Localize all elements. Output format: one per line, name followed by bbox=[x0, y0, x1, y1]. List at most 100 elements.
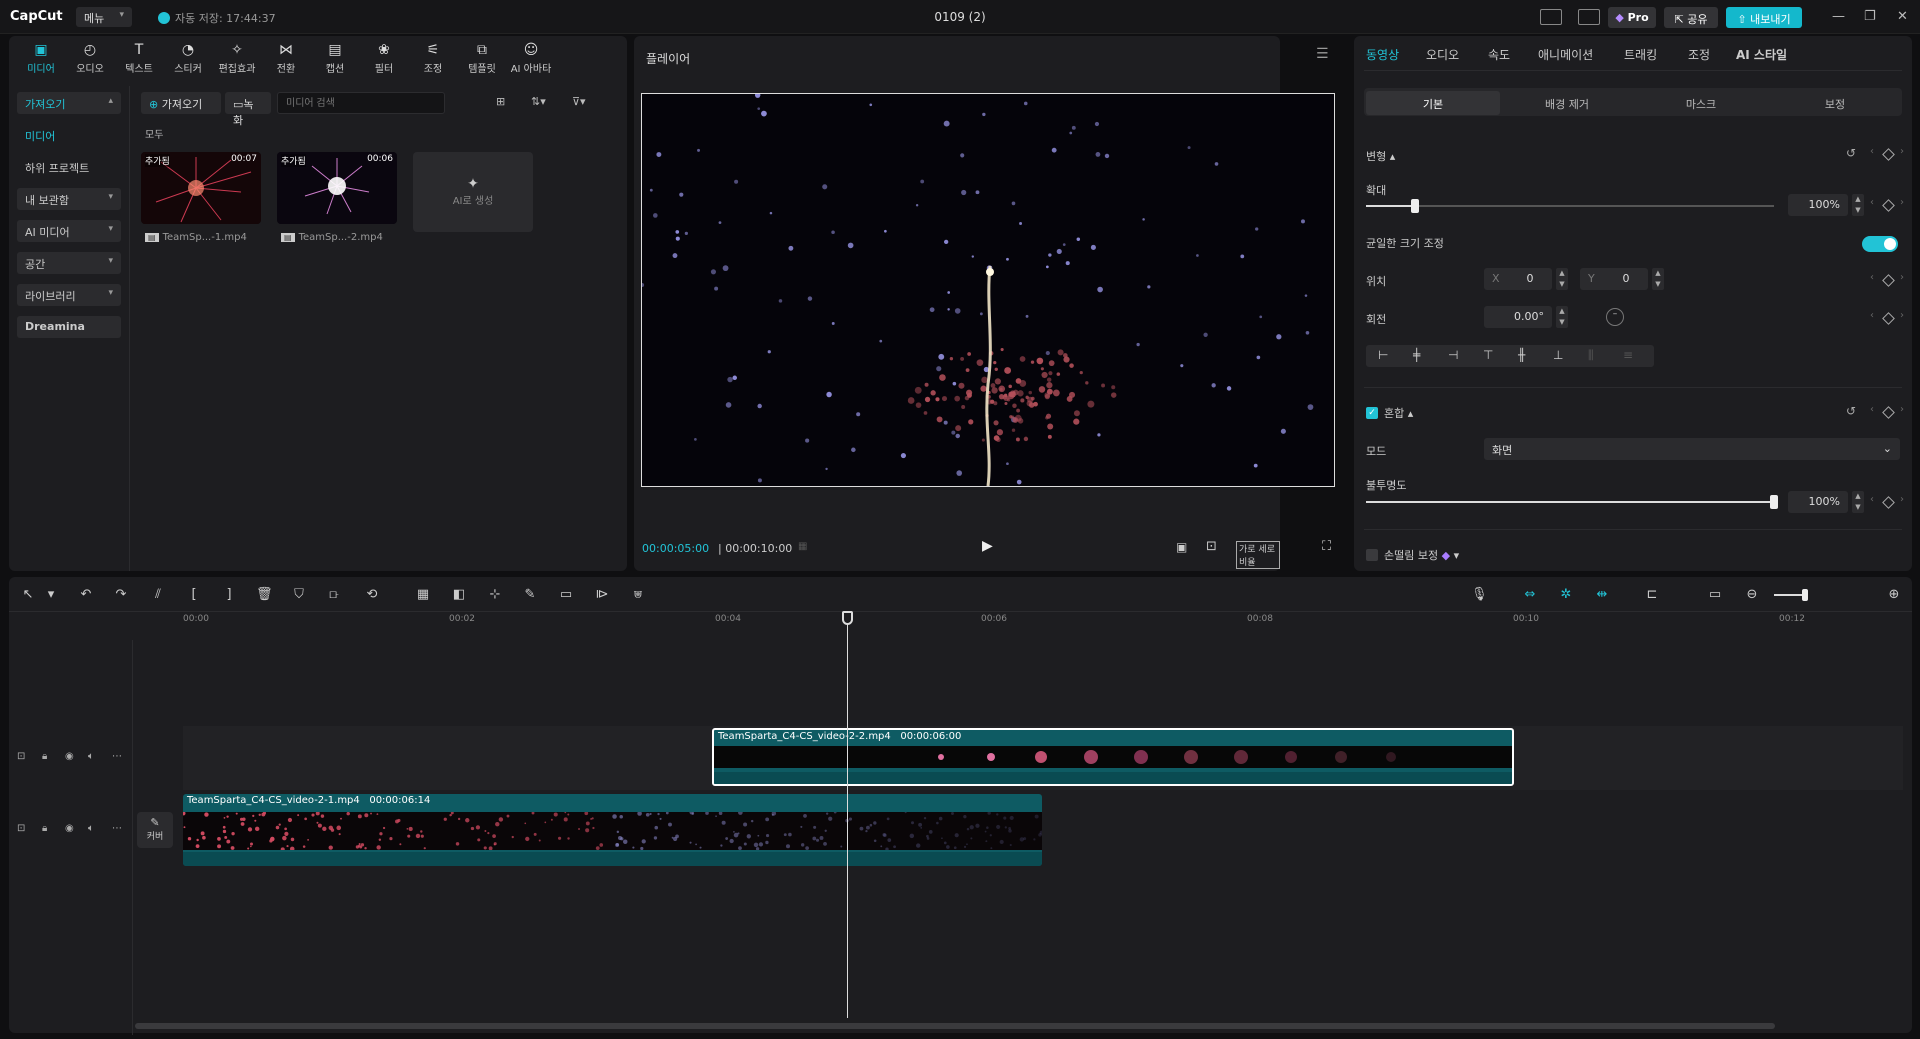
align-right-icon[interactable]: ⊣ bbox=[1448, 348, 1458, 362]
align-center-h-icon[interactable]: ╪ bbox=[1413, 348, 1420, 362]
prev-keyframe-icon[interactable]: ‹ bbox=[1870, 146, 1874, 157]
media-thumbnail[interactable]: 추가됨 00:07 bbox=[141, 152, 261, 224]
next-keyframe-icon[interactable]: › bbox=[1900, 146, 1904, 157]
timeline-clip[interactable]: TeamSparta_C4-CS_video-2-1.mp4 00:00:06:… bbox=[183, 794, 1042, 866]
tool-filter[interactable]: ❀ 필터 bbox=[360, 42, 408, 75]
tab-tracking[interactable]: 트래킹 bbox=[1624, 46, 1657, 63]
tool-media[interactable]: ▣ 미디어 bbox=[17, 42, 65, 75]
align-center-v-icon[interactable]: ╫ bbox=[1518, 348, 1525, 362]
pro-button[interactable]: ◆ Pro bbox=[1608, 7, 1656, 28]
chain-icon[interactable]: ⇹ bbox=[1594, 587, 1610, 603]
reverse-icon[interactable]: ⧐ bbox=[594, 587, 610, 603]
tab-video[interactable]: 동영상 bbox=[1366, 46, 1399, 63]
tab-audio[interactable]: 오디오 bbox=[1426, 46, 1459, 63]
tool-sticker[interactable]: ◔ 스티커 bbox=[164, 42, 212, 75]
reset-icon[interactable]: ↺ bbox=[1846, 146, 1856, 160]
opacity-slider-knob[interactable] bbox=[1770, 495, 1778, 509]
align-left-icon[interactable]: ⊢ bbox=[1378, 348, 1388, 362]
lock-icon[interactable]: 🔒︎ bbox=[42, 823, 47, 834]
sidebar-item-subproject[interactable]: 하위 프로젝트 bbox=[17, 156, 121, 178]
auto-reframe-icon[interactable]: ⊹ bbox=[487, 587, 503, 603]
mic-icon[interactable]: 🎙︎ bbox=[1471, 587, 1488, 603]
zoom-in-icon[interactable]: ⊕ bbox=[1886, 587, 1902, 603]
blend-mode-select[interactable]: 화면 ⌄ bbox=[1484, 438, 1900, 460]
mirror-icon[interactable]: ◧ bbox=[451, 587, 467, 603]
freeze-icon[interactable]: ▦ bbox=[415, 587, 431, 603]
select-dropdown-icon[interactable]: ▾ bbox=[43, 587, 59, 603]
keyframe-icon[interactable] bbox=[1882, 496, 1895, 509]
more-icon[interactable]: ⋯ bbox=[112, 823, 122, 834]
minimize-icon[interactable]: — bbox=[1832, 9, 1845, 24]
scale-stepper[interactable]: ▲ ▼ bbox=[1852, 194, 1864, 216]
track-toggle-icon[interactable]: ⊡ bbox=[17, 823, 25, 834]
next-keyframe-icon[interactable]: › bbox=[1900, 404, 1904, 415]
keyframe-icon[interactable] bbox=[1882, 312, 1895, 325]
blend-checkbox[interactable]: ✓ bbox=[1366, 407, 1378, 419]
sidebar-item-ai-media[interactable]: AI 미디어 ▾ bbox=[17, 220, 121, 242]
shortcut-icon[interactable] bbox=[1578, 9, 1600, 25]
trim-left-icon[interactable]: [ bbox=[186, 587, 202, 603]
scale-value-input[interactable]: 100% bbox=[1788, 194, 1848, 216]
tool-text[interactable]: T 텍스트 bbox=[115, 42, 163, 75]
volume-icon[interactable]: 🔈︎ bbox=[88, 751, 94, 762]
sidebar-item-space[interactable]: 공간 ▾ bbox=[17, 252, 121, 274]
magnet-icon[interactable]: ✲ bbox=[1558, 587, 1574, 603]
marker-icon[interactable]: ⛉ bbox=[291, 587, 307, 603]
caption-track-icon[interactable]: ▭ bbox=[1707, 587, 1723, 603]
zoom-out-icon[interactable]: ⊖ bbox=[1744, 587, 1760, 603]
opacity-stepper[interactable]: ▲ ▼ bbox=[1852, 491, 1864, 513]
next-keyframe-icon[interactable]: › bbox=[1900, 494, 1904, 505]
zoom-frame-icon[interactable]: ⊡ bbox=[1206, 539, 1217, 554]
scale-slider-knob[interactable] bbox=[1410, 199, 1419, 213]
play-icon[interactable]: ▶ bbox=[982, 538, 993, 554]
redo-icon[interactable]: ↷ bbox=[113, 587, 129, 603]
next-keyframe-icon[interactable]: › bbox=[1900, 272, 1904, 283]
volume-icon[interactable]: 🔈︎ bbox=[88, 823, 94, 834]
tool-ai-avatar[interactable]: ☺ AI 아바타 bbox=[507, 42, 555, 75]
split-icon[interactable]: ⫽ bbox=[150, 587, 166, 603]
prev-keyframe-icon[interactable]: ‹ bbox=[1870, 197, 1874, 208]
record-button[interactable]: ▭녹화 bbox=[225, 92, 271, 127]
playhead-handle[interactable] bbox=[842, 611, 853, 625]
sidebar-item-import[interactable]: 가져오기 ▴ bbox=[17, 92, 121, 114]
media-thumbnail[interactable]: 추가됨 00:06 bbox=[277, 152, 397, 224]
ai-generate-button[interactable]: ✦ AI로 생성 bbox=[413, 152, 533, 232]
tool-caption[interactable]: ▤ 캡션 bbox=[311, 42, 359, 75]
distribute-v-icon[interactable]: ≡ bbox=[1623, 348, 1633, 362]
speed-icon[interactable]: ⟲ bbox=[364, 587, 380, 603]
audio-split-icon[interactable]: ⩐ bbox=[630, 587, 646, 603]
prev-keyframe-icon[interactable]: ‹ bbox=[1870, 272, 1874, 283]
tool-audio[interactable]: ◴ 오디오 bbox=[66, 42, 114, 75]
scale-slider-track[interactable] bbox=[1366, 205, 1774, 207]
zoom-slider-knob[interactable] bbox=[1802, 589, 1808, 601]
sidebar-item-dreamina[interactable]: Dreamina bbox=[17, 316, 121, 338]
delete-icon[interactable]: 🗑︎ bbox=[256, 587, 273, 603]
keyframe-icon[interactable] bbox=[1882, 148, 1895, 161]
prev-keyframe-icon[interactable]: ‹ bbox=[1870, 310, 1874, 321]
cover-button[interactable]: ✎ 커버 bbox=[137, 812, 173, 848]
keyframe-icon[interactable] bbox=[1882, 274, 1895, 287]
hd-icon[interactable]: ▭ bbox=[558, 587, 574, 603]
lock-icon[interactable]: 🔒︎ bbox=[42, 751, 47, 762]
keyframe-icon[interactable] bbox=[1882, 199, 1895, 212]
uniform-scale-toggle[interactable] bbox=[1862, 236, 1898, 252]
more-icon[interactable]: ⋯ bbox=[112, 751, 122, 762]
timeline-clip[interactable]: TeamSparta_C4-CS_video-2-2.mp4 00:00:06:… bbox=[712, 728, 1514, 786]
tool-effects[interactable]: ✧ 편집효과 bbox=[213, 42, 261, 75]
select-icon[interactable]: ↖ bbox=[20, 587, 36, 603]
playhead-line[interactable] bbox=[847, 618, 848, 1018]
track-toggle-icon[interactable]: ⊡ bbox=[17, 751, 25, 762]
share-button[interactable]: ⇱ 공유 bbox=[1664, 7, 1718, 28]
blend-section-header[interactable]: 혼합 ▴ bbox=[1384, 405, 1413, 421]
fit-icon[interactable]: ▣ bbox=[1176, 540, 1187, 554]
tool-template[interactable]: ⧉ 템플릿 bbox=[458, 42, 506, 75]
subtab-basic[interactable]: 기본 bbox=[1366, 91, 1500, 115]
trim-right-icon[interactable]: ] bbox=[221, 587, 237, 603]
sidebar-item-library[interactable]: 라이브러리 ▾ bbox=[17, 284, 121, 306]
sidebar-item-media[interactable]: 미디어 bbox=[17, 124, 121, 146]
tool-adjust[interactable]: ⚟ 조정 bbox=[409, 42, 457, 75]
restore-icon[interactable]: ❐ bbox=[1864, 9, 1876, 24]
tab-adjust[interactable]: 조정 bbox=[1688, 46, 1710, 63]
position-y-stepper[interactable]: ▲ ▼ bbox=[1652, 268, 1664, 290]
opacity-value-input[interactable]: 100% bbox=[1788, 491, 1848, 513]
